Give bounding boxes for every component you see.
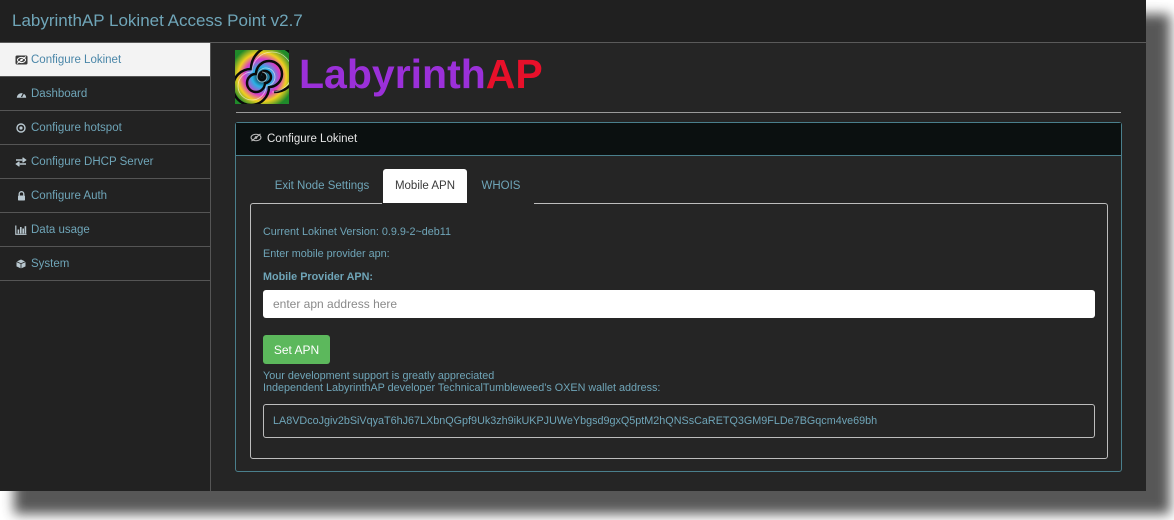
- sidebar-item-label: Dashboard: [31, 87, 88, 100]
- set-apn-button[interactable]: Set APN: [263, 335, 330, 364]
- top-navbar: LabyrinthAP Lokinet Access Point v2.7: [0, 0, 1146, 43]
- brand-name: LabyrinthAP: [299, 51, 543, 98]
- brand-name-part2: AP: [485, 51, 543, 97]
- exchange-arrows-icon: [14, 156, 28, 167]
- sidebar-item-label: Configure DHCP Server: [31, 155, 154, 168]
- sidebar-item-label: Configure Lokinet: [31, 53, 122, 66]
- cube-icon: [14, 259, 28, 269]
- app-title[interactable]: LabyrinthAP Lokinet Access Point v2.7: [12, 11, 303, 31]
- labyrinth-spiral-logo-icon: [235, 50, 289, 104]
- support-text: Your development support is greatly appr…: [263, 370, 495, 382]
- tab-exit-node-settings[interactable]: Exit Node Settings: [262, 169, 382, 203]
- sidebar-item-data-usage[interactable]: Data usage: [0, 213, 210, 247]
- sidebar-item-dashboard[interactable]: Dashboard: [0, 77, 210, 111]
- configure-lokinet-card: Configure Lokinet Current Lokinet Versio…: [235, 122, 1122, 472]
- apn-input[interactable]: [263, 290, 1095, 318]
- lokinet-version-text: Current Lokinet Version: 0.9.9-2~deb11: [263, 226, 451, 238]
- card-title: Configure Lokinet: [267, 133, 358, 145]
- sidebar-item-configure-auth[interactable]: Configure Auth: [0, 179, 210, 213]
- apn-prompt-text: Enter mobile provider apn:: [263, 248, 390, 260]
- sidebar-item-system[interactable]: System: [0, 247, 210, 281]
- sidebar-item-configure-hotspot[interactable]: Configure hotspot: [0, 111, 210, 145]
- sidebar-item-configure-dhcp[interactable]: Configure DHCP Server: [0, 145, 210, 179]
- wallet-address-field[interactable]: LA8VDcoJgiv2bSiVqyaT6hJ67LXbnQGpf9Uk3zh9…: [263, 404, 1095, 438]
- tab-content-panel: Current Lokinet Version: 0.9.9-2~deb11 E…: [250, 203, 1108, 459]
- divider: [236, 112, 1121, 113]
- brand-name-part1: Labyrinth: [299, 51, 486, 97]
- lock-icon: [14, 190, 28, 201]
- sidebar-item-label: Configure hotspot: [31, 121, 122, 134]
- apn-field-label: Mobile Provider APN:: [263, 271, 373, 283]
- tab-mobile-apn[interactable]: Mobile APN: [383, 169, 467, 203]
- lokinet-eye-icon: [250, 133, 262, 145]
- sidebar-item-configure-lokinet[interactable]: Configure Lokinet: [0, 43, 210, 77]
- tab-whois[interactable]: WHOIS: [468, 169, 534, 203]
- wallet-intro-text: Independent LabyrinthAP developer Techni…: [263, 382, 661, 394]
- sidebar-item-label: System: [31, 257, 70, 270]
- bar-chart-icon: [14, 225, 28, 235]
- sidebar-item-label: Configure Auth: [31, 189, 108, 202]
- sidebar: Configure Lokinet Dashboard Configure ho…: [0, 43, 211, 491]
- hotspot-target-icon: [14, 122, 28, 133]
- app-window: LabyrinthAP Lokinet Access Point v2.7 Co…: [0, 0, 1146, 491]
- lokinet-eye-icon: [14, 55, 28, 65]
- sidebar-item-label: Data usage: [31, 223, 90, 236]
- card-header: Configure Lokinet: [236, 123, 1121, 156]
- dashboard-gauge-icon: [14, 89, 28, 99]
